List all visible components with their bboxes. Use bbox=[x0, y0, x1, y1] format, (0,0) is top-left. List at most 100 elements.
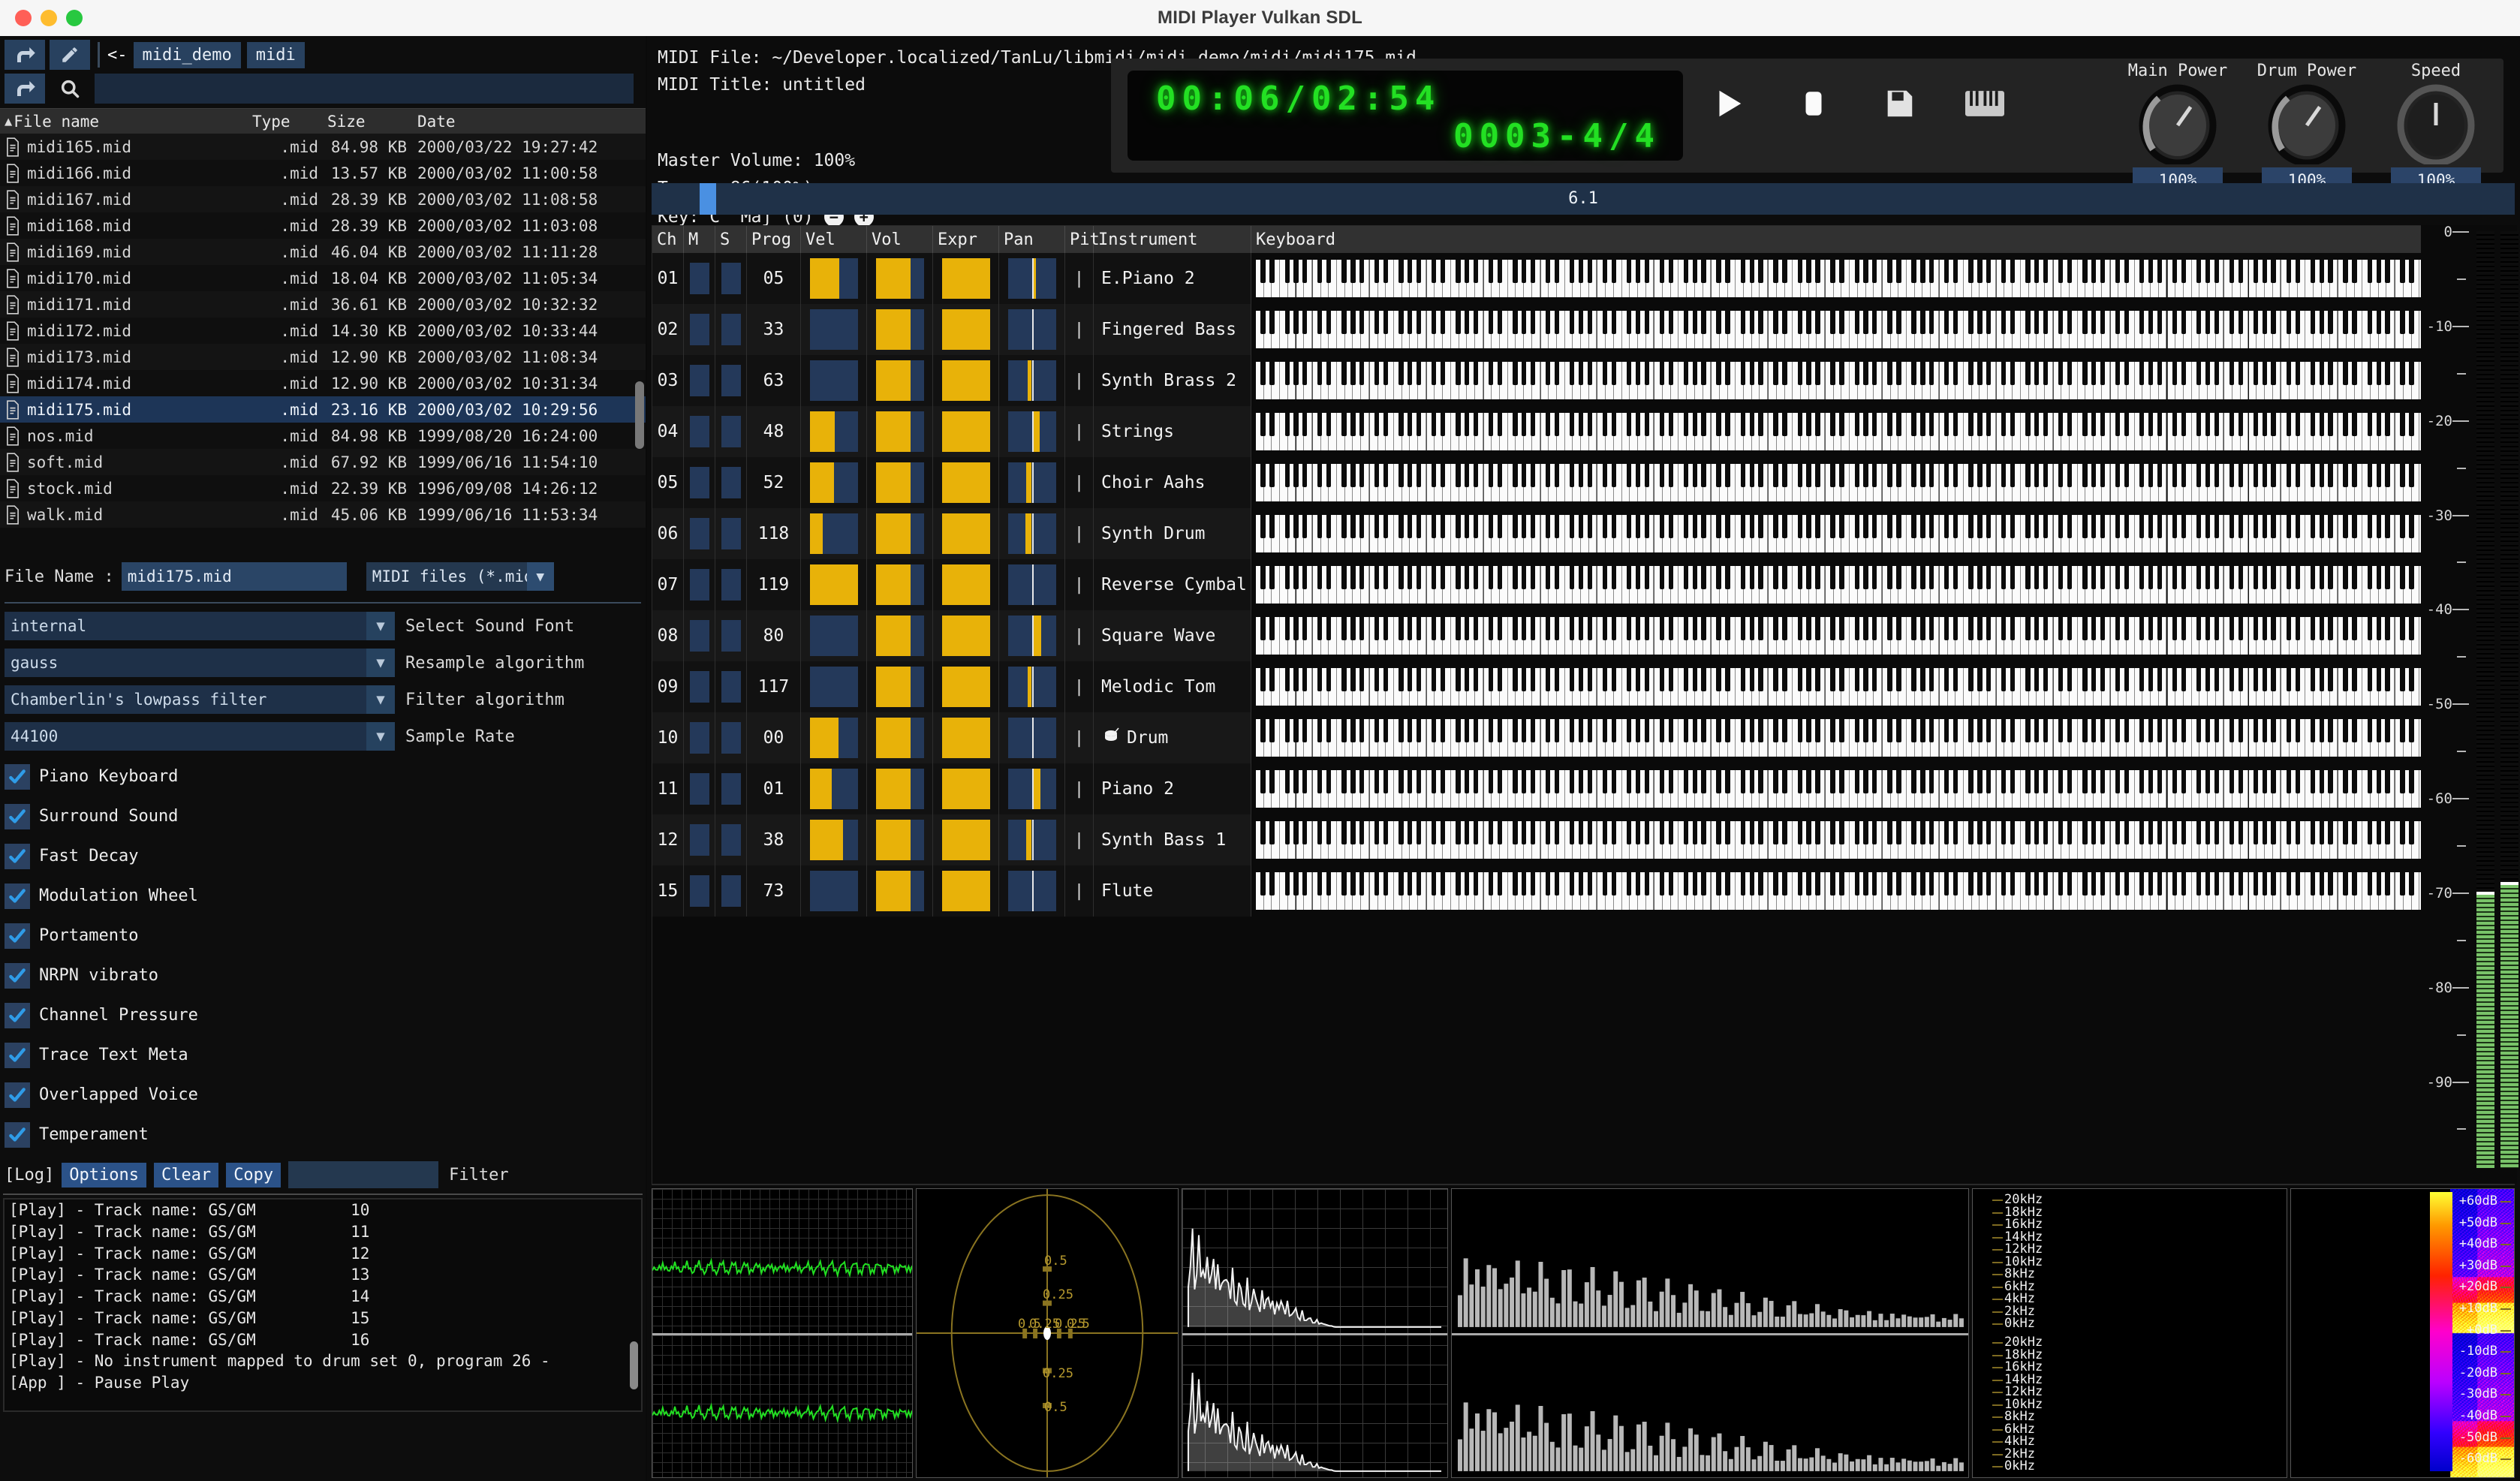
black-key[interactable] bbox=[1725, 617, 1730, 640]
black-key[interactable] bbox=[1645, 872, 1649, 896]
black-key[interactable] bbox=[1269, 617, 1274, 640]
breadcrumb-midi[interactable]: midi bbox=[247, 42, 305, 68]
black-key[interactable] bbox=[1896, 464, 1901, 487]
black-key[interactable] bbox=[1627, 617, 1631, 640]
black-key[interactable] bbox=[1773, 413, 1778, 436]
column-header-size[interactable]: Size bbox=[327, 113, 417, 131]
black-key[interactable] bbox=[2328, 668, 2332, 691]
black-key[interactable] bbox=[2400, 311, 2404, 334]
black-key[interactable] bbox=[1750, 515, 1754, 538]
black-key[interactable] bbox=[1855, 515, 1859, 538]
black-key[interactable] bbox=[1627, 515, 1631, 538]
black-key[interactable] bbox=[2385, 872, 2389, 896]
black-key[interactable] bbox=[1546, 362, 1550, 385]
black-key[interactable] bbox=[1636, 464, 1640, 487]
black-key[interactable] bbox=[2115, 311, 2120, 334]
black-key[interactable] bbox=[1986, 362, 1991, 385]
black-key[interactable] bbox=[1350, 821, 1355, 844]
black-key[interactable] bbox=[2010, 413, 2015, 436]
black-key[interactable] bbox=[1798, 311, 1802, 334]
black-key[interactable] bbox=[1887, 770, 1892, 793]
black-key[interactable] bbox=[1758, 311, 1763, 334]
black-key[interactable] bbox=[1693, 260, 1697, 283]
breadcrumb-midi-demo[interactable]: midi_demo bbox=[134, 42, 241, 68]
black-key[interactable] bbox=[1603, 362, 1607, 385]
black-key[interactable] bbox=[2409, 362, 2413, 385]
black-key[interactable] bbox=[1701, 617, 1706, 640]
black-key[interactable] bbox=[2238, 413, 2243, 436]
black-key[interactable] bbox=[1977, 770, 1982, 793]
black-key[interactable] bbox=[1383, 668, 1388, 691]
black-key[interactable] bbox=[1317, 566, 1322, 589]
black-key[interactable] bbox=[2343, 413, 2347, 436]
black-key[interactable] bbox=[2010, 872, 2015, 896]
black-key[interactable] bbox=[1489, 362, 1493, 385]
black-key[interactable] bbox=[1474, 821, 1478, 844]
black-key[interactable] bbox=[1887, 566, 1892, 589]
black-key[interactable] bbox=[1489, 260, 1493, 283]
black-key[interactable] bbox=[1474, 464, 1478, 487]
black-key[interactable] bbox=[1758, 515, 1763, 538]
channel-keyboard[interactable] bbox=[1251, 610, 2514, 661]
black-key[interactable] bbox=[1911, 719, 1916, 742]
channel-mute-toggle[interactable] bbox=[684, 304, 715, 355]
black-key[interactable] bbox=[2148, 413, 2153, 436]
black-key[interactable] bbox=[1383, 260, 1388, 283]
black-key[interactable] bbox=[2025, 362, 2030, 385]
black-key[interactable] bbox=[1839, 362, 1844, 385]
black-key[interactable] bbox=[2377, 872, 2381, 896]
black-key[interactable] bbox=[1929, 515, 1934, 538]
black-key[interactable] bbox=[1555, 362, 1559, 385]
black-key[interactable] bbox=[1693, 668, 1697, 691]
black-key[interactable] bbox=[1612, 770, 1616, 793]
black-key[interactable] bbox=[1498, 617, 1502, 640]
black-key[interactable] bbox=[1465, 770, 1469, 793]
black-key[interactable] bbox=[2254, 668, 2258, 691]
black-key[interactable] bbox=[1603, 464, 1607, 487]
black-key[interactable] bbox=[1968, 770, 1973, 793]
black-key[interactable] bbox=[1570, 821, 1574, 844]
black-key[interactable] bbox=[1531, 515, 1535, 538]
black-key[interactable] bbox=[2271, 668, 2275, 691]
black-key[interactable] bbox=[1408, 668, 1412, 691]
black-key[interactable] bbox=[1693, 413, 1697, 436]
black-key[interactable] bbox=[1293, 413, 1298, 436]
black-key[interactable] bbox=[1465, 260, 1469, 283]
black-key[interactable] bbox=[2343, 821, 2347, 844]
black-key[interactable] bbox=[1398, 617, 1403, 640]
black-key[interactable] bbox=[2229, 311, 2234, 334]
black-key[interactable] bbox=[2238, 311, 2243, 334]
black-key[interactable] bbox=[1408, 566, 1412, 589]
black-key[interactable] bbox=[1570, 260, 1574, 283]
black-key[interactable] bbox=[1441, 617, 1445, 640]
black-key[interactable] bbox=[1944, 362, 1949, 385]
black-key[interactable] bbox=[2139, 566, 2144, 589]
black-key[interactable] bbox=[2001, 719, 2006, 742]
black-key[interactable] bbox=[1555, 413, 1559, 436]
black-key[interactable] bbox=[1750, 872, 1754, 896]
black-key[interactable] bbox=[2377, 515, 2381, 538]
black-key[interactable] bbox=[1669, 260, 1673, 283]
black-key[interactable] bbox=[2311, 719, 2315, 742]
setting-checkbox-row[interactable]: Overlapped Voice bbox=[5, 1075, 646, 1115]
black-key[interactable] bbox=[2229, 668, 2234, 691]
black-key[interactable] bbox=[1968, 260, 1973, 283]
black-key[interactable] bbox=[1474, 566, 1478, 589]
black-key[interactable] bbox=[2157, 770, 2162, 793]
black-key[interactable] bbox=[1341, 821, 1346, 844]
black-key[interactable] bbox=[1474, 413, 1478, 436]
setting-checkbox-row[interactable]: Trace Text Meta bbox=[5, 1035, 646, 1075]
black-key[interactable] bbox=[1341, 668, 1346, 691]
black-key[interactable] bbox=[1701, 413, 1706, 436]
black-key[interactable] bbox=[1513, 719, 1517, 742]
black-key[interactable] bbox=[1285, 566, 1290, 589]
file-list-item[interactable]: midi168.mid.mid28.39 KB2000/03/02 11:03:… bbox=[0, 212, 646, 239]
channel-solo-toggle[interactable] bbox=[715, 610, 747, 661]
black-key[interactable] bbox=[2296, 770, 2300, 793]
black-key[interactable] bbox=[1701, 668, 1706, 691]
black-key[interactable] bbox=[1986, 872, 1991, 896]
black-key[interactable] bbox=[2172, 668, 2177, 691]
channel-keyboard[interactable] bbox=[1251, 304, 2514, 355]
black-key[interactable] bbox=[1302, 668, 1307, 691]
black-key[interactable] bbox=[2124, 515, 2129, 538]
